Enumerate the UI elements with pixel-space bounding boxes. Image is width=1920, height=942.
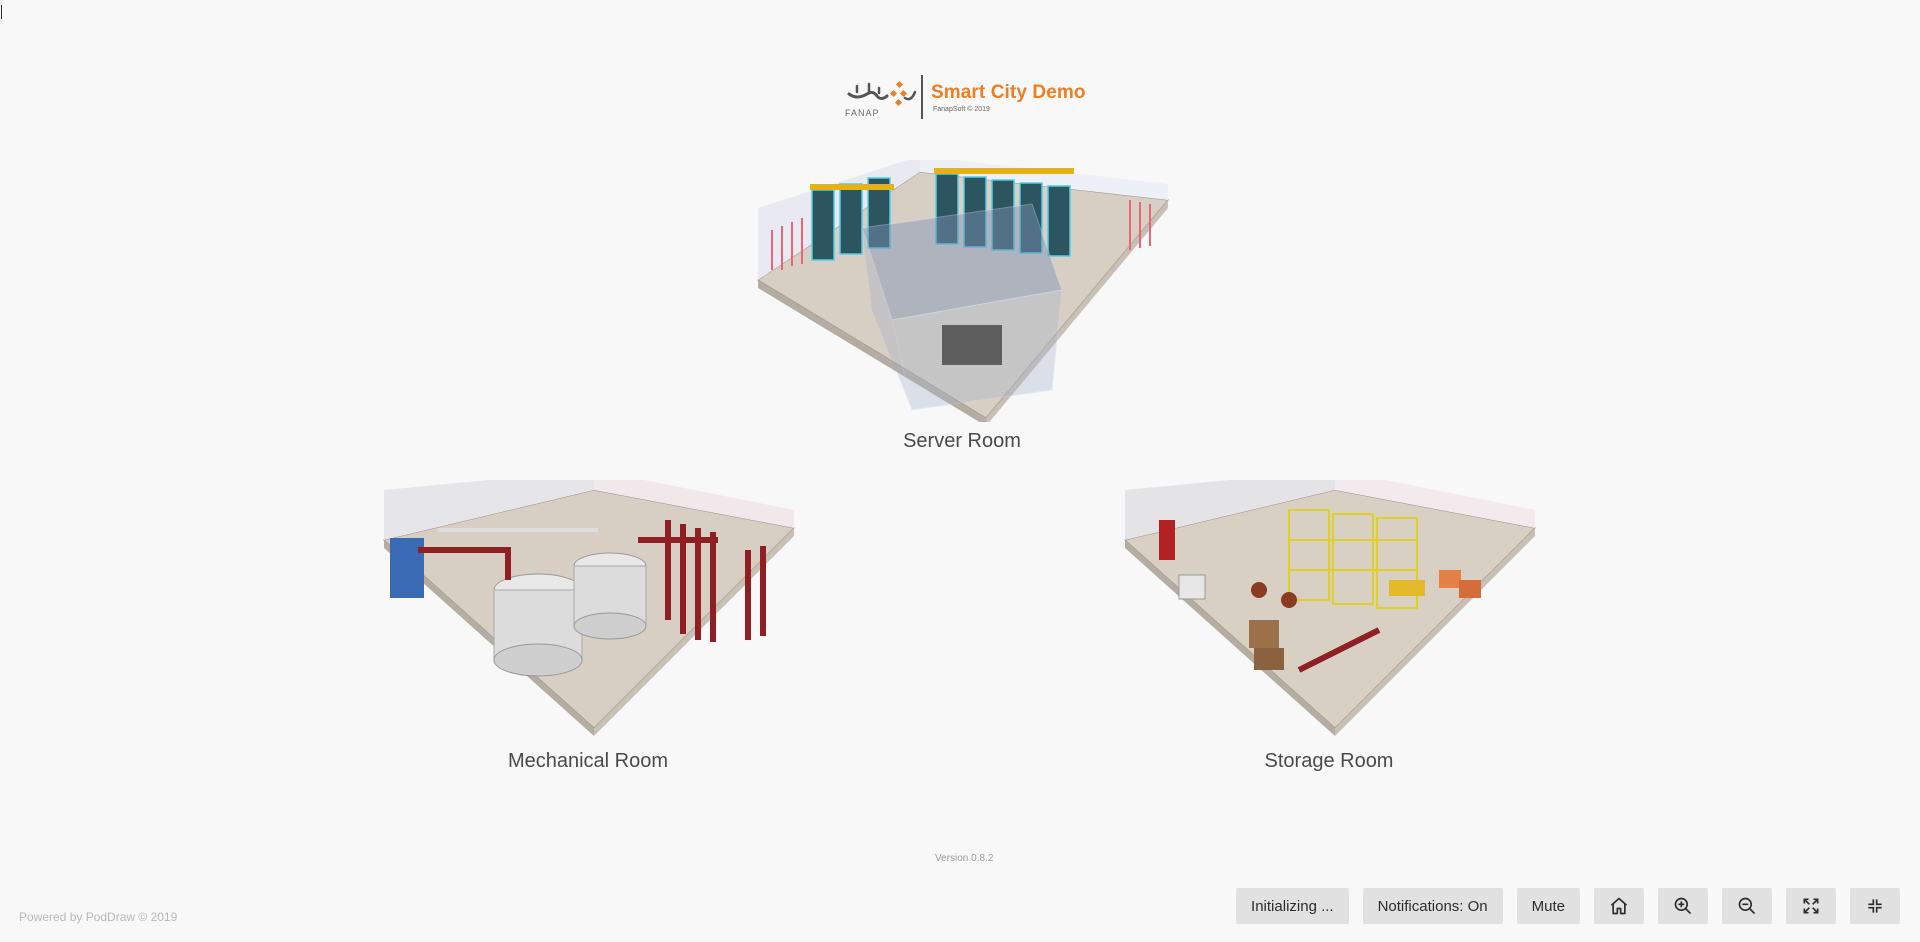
copyright-subtitle: FanapSoft © 2019	[933, 105, 990, 113]
notifications-toggle-button[interactable]: Notifications: On	[1362, 888, 1503, 924]
text-cursor	[1, 5, 2, 19]
fanap-logo: FANAP	[843, 74, 917, 120]
zoom-out-icon	[1738, 897, 1756, 915]
exit-fullscreen-button[interactable]	[1850, 888, 1900, 924]
brand-block: Smart City Demo FanapSoft © 2019	[931, 82, 1086, 113]
version-label: Version 0.8.2	[935, 853, 994, 864]
room-label-server[interactable]: Server Room	[752, 430, 1172, 453]
mute-button[interactable]: Mute	[1516, 888, 1580, 924]
room-card-mechanical[interactable]: Mechanical Room	[378, 480, 798, 773]
room-card-server[interactable]: Server Room	[752, 160, 1172, 453]
status-button[interactable]: Initializing ...	[1236, 888, 1349, 924]
home-button[interactable]	[1594, 888, 1644, 924]
page-title: Smart City Demo	[931, 81, 1086, 103]
page: FANAP Smart City Demo FanapSoft © 2019 S…	[0, 0, 1920, 942]
exit-fullscreen-icon	[1868, 899, 1882, 913]
zoom-in-icon	[1674, 897, 1692, 915]
room-label-mechanical[interactable]: Mechanical Room	[378, 750, 798, 773]
logo-divider	[921, 75, 923, 119]
logo-wordmark: FANAP	[845, 108, 880, 118]
fullscreen-button[interactable]	[1786, 888, 1836, 924]
mechanical-room-image[interactable]	[378, 480, 798, 742]
app-header: FANAP Smart City Demo FanapSoft © 2019	[843, 74, 1086, 120]
home-icon	[1610, 897, 1628, 915]
bottom-toolbar: Initializing ... Notifications: On Mute	[1236, 888, 1900, 924]
powered-by-label: Powered by PodDraw © 2019	[19, 910, 178, 924]
room-label-storage[interactable]: Storage Room	[1119, 750, 1539, 773]
storage-room-image[interactable]	[1119, 480, 1539, 742]
server-room-image[interactable]	[752, 160, 1172, 422]
fullscreen-icon	[1803, 898, 1819, 914]
room-card-storage[interactable]: Storage Room	[1119, 480, 1539, 773]
zoom-in-button[interactable]	[1658, 888, 1708, 924]
zoom-out-button[interactable]	[1722, 888, 1772, 924]
